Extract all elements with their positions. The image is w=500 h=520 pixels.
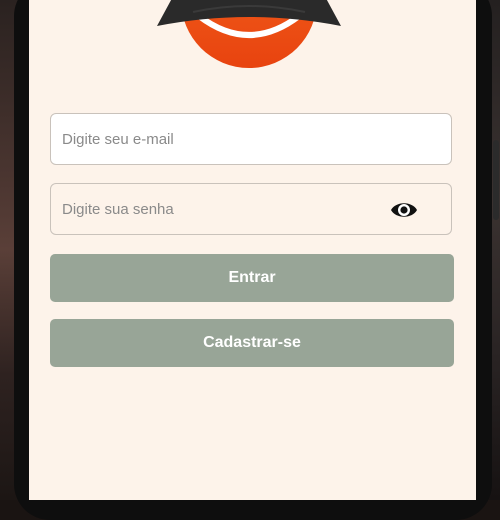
app-screen: Digite seu e-mail Digite sua senha Entra… [29, 0, 476, 500]
email-field[interactable]: Digite seu e-mail [50, 113, 452, 165]
password-placeholder: Digite sua senha [62, 201, 174, 218]
email-placeholder: Digite seu e-mail [62, 131, 174, 148]
register-button[interactable]: Cadastrar-se [50, 319, 454, 367]
logo-badge [157, 0, 341, 68]
login-button[interactable]: Entrar [50, 254, 454, 302]
eye-icon[interactable] [390, 199, 418, 221]
phone-side-button [493, 140, 499, 220]
password-field[interactable]: Digite sua senha [50, 183, 452, 235]
